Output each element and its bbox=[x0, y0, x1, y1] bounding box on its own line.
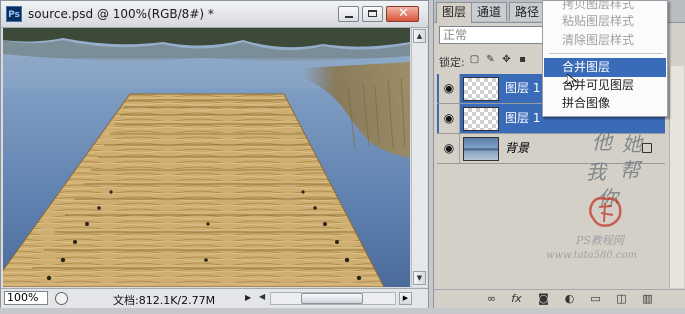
trash-icon[interactable]: ▥ bbox=[640, 291, 655, 306]
watermark: 他 她 我 帮 你 PS教程网 www.tata580.com bbox=[546, 130, 680, 270]
visibility-eye-icon[interactable]: ◉ bbox=[439, 134, 460, 163]
lock-all-icon[interactable]: ▪ bbox=[517, 54, 528, 65]
zoom-field[interactable]: 100% bbox=[4, 291, 48, 305]
document-title: source.psd @ 100%(RGB/8#) * bbox=[28, 7, 214, 21]
fx-icon[interactable]: fx bbox=[509, 291, 524, 306]
mouse-pointer-icon bbox=[567, 74, 577, 88]
mask-icon[interactable]: ◙ bbox=[536, 291, 551, 306]
lock-paint-icon[interactable]: ✎ bbox=[485, 54, 496, 65]
document-titlebar[interactable]: Ps source.psd @ 100%(RGB/8#) * ✕ bbox=[1, 1, 428, 28]
scroll-left-icon[interactable]: ◀ bbox=[259, 292, 265, 301]
document-window: Ps source.psd @ 100%(RGB/8#) * ✕ ▲ ▼ 100… bbox=[0, 0, 429, 308]
menu-item-flatten-image[interactable]: 拼合图像 bbox=[544, 94, 666, 113]
minimize-button[interactable] bbox=[338, 6, 359, 22]
scroll-up-icon[interactable]: ▲ bbox=[413, 29, 426, 43]
watermark-char: 我 bbox=[586, 160, 606, 184]
lake-dock-image bbox=[3, 28, 410, 287]
minimize-icon bbox=[345, 16, 353, 18]
scroll-right-icon[interactable]: ▶ bbox=[399, 292, 412, 305]
layer-thumbnail bbox=[463, 77, 499, 101]
red-seal-logo bbox=[589, 196, 622, 227]
document-info: 文档:812.1K/2.77M bbox=[113, 294, 216, 307]
context-menu: 拷贝图层样式 粘贴图层样式 清除图层样式 合并图层 合并可见图层 拼合图像 bbox=[542, 0, 668, 117]
panel-bottom-bar: ∞ fx ◙ ◐ ▭ ◫ ▥ bbox=[434, 289, 685, 308]
layer-thumbnail bbox=[463, 137, 499, 161]
status-info-icon[interactable] bbox=[55, 292, 68, 305]
image-canvas[interactable] bbox=[3, 28, 410, 287]
photoshop-logo-icon: Ps bbox=[6, 6, 22, 22]
lock-position-icon[interactable]: ✥ bbox=[501, 54, 512, 65]
watermark-char: 他 bbox=[592, 130, 612, 154]
link-icon[interactable]: ∞ bbox=[484, 291, 499, 306]
lock-label: 锁定: bbox=[439, 56, 465, 69]
maximize-button[interactable] bbox=[362, 6, 383, 22]
vertical-scrollbar[interactable]: ▲ ▼ bbox=[411, 28, 427, 287]
blend-mode-select[interactable]: 正常 bbox=[439, 26, 543, 44]
watermark-char: 她 bbox=[622, 132, 642, 156]
menu-separator bbox=[549, 53, 663, 54]
layer-thumbnail bbox=[463, 107, 499, 131]
watermark-char: 帮 bbox=[620, 158, 640, 182]
maximize-icon bbox=[368, 10, 377, 17]
menu-item-merge-layers[interactable]: 合并图层 bbox=[544, 58, 666, 77]
scroll-down-icon[interactable]: ▼ bbox=[413, 271, 426, 285]
adjustment-icon[interactable]: ◐ bbox=[562, 291, 577, 306]
layer-name: 图层 1 bbox=[505, 111, 541, 125]
status-menu-arrow-icon[interactable]: ▶ bbox=[245, 293, 251, 302]
visibility-eye-icon[interactable]: ◉ bbox=[439, 74, 460, 103]
layer-name: 背景 bbox=[505, 141, 530, 155]
close-button[interactable]: ✕ bbox=[386, 6, 419, 22]
lock-transparency-icon[interactable]: ▢ bbox=[469, 54, 480, 65]
new-layer-icon[interactable]: ◫ bbox=[614, 291, 629, 306]
horizontal-scroll-thumb[interactable] bbox=[301, 293, 363, 304]
menu-item-paste-layer-style[interactable]: 粘贴图层样式 bbox=[544, 12, 666, 31]
visibility-eye-icon[interactable]: ◉ bbox=[439, 104, 460, 133]
status-bar: 100% 文档:812.1K/2.77M ▶ ◀ ▶ bbox=[1, 288, 428, 308]
tab-channels[interactable]: 通道 bbox=[471, 2, 508, 21]
watermark-seal-text: PS教程网 bbox=[576, 234, 624, 247]
menu-item-merge-visible[interactable]: 合并可见图层 bbox=[544, 76, 666, 95]
tab-layers[interactable]: 图层 bbox=[436, 2, 473, 23]
menu-item-clear-layer-style[interactable]: 清除图层样式 bbox=[544, 31, 666, 50]
folder-icon[interactable]: ▭ bbox=[588, 291, 603, 306]
tab-paths[interactable]: 路径 bbox=[509, 2, 546, 21]
close-icon: ✕ bbox=[398, 6, 409, 21]
watermark-site: www.tata580.com bbox=[546, 250, 638, 261]
